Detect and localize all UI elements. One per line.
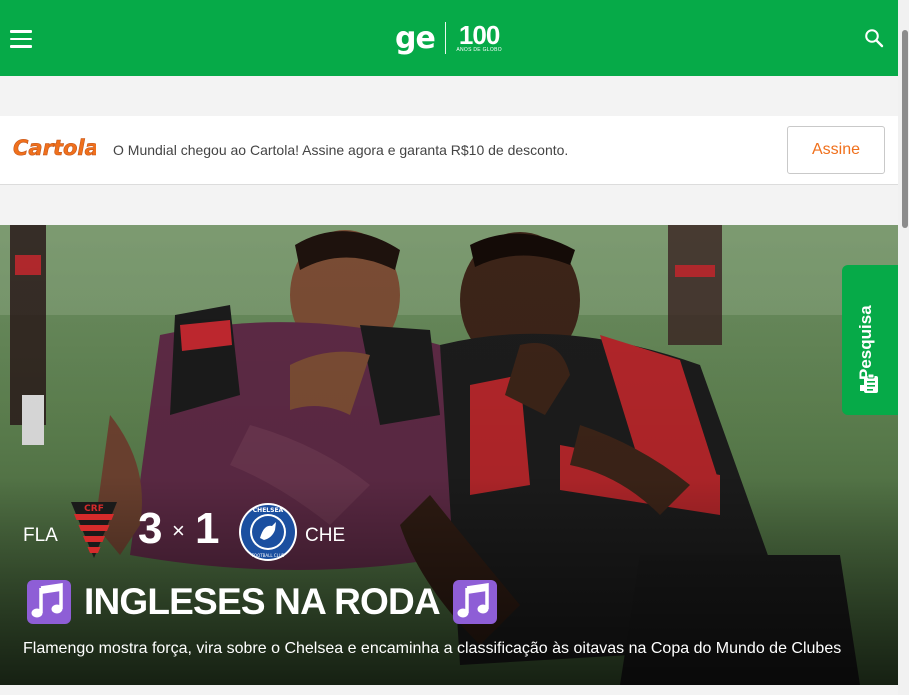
svg-text:CHELSEA: CHELSEA [253, 507, 284, 514]
away-score: 1 [195, 504, 220, 553]
svg-text:FOOTBALL CLUB: FOOTBALL CLUB [252, 553, 285, 558]
anniversary-badge: 100 ANOS DE GLOBO [456, 19, 502, 54]
hamburger-menu-icon[interactable] [10, 30, 32, 48]
story-summary[interactable]: Flamengo mostra força, vira sobre o Chel… [23, 640, 841, 658]
cartola-logo[interactable]: Cartola [12, 135, 96, 163]
music-note-icon [27, 580, 71, 624]
home-team-abbreviation: FLA [23, 525, 58, 546]
score-separator: × [172, 518, 185, 543]
ge-logo[interactable]: ge 100 ANOS DE GLOBO [395, 18, 502, 58]
survey-clipboard-icon [860, 373, 878, 393]
chelsea-crest-icon: CHELSEA FOOTBALL CLUB [239, 503, 297, 561]
svg-text:CRF: CRF [84, 504, 104, 514]
away-team-abbreviation: CHE [305, 525, 346, 546]
story-headline[interactable]: INGLESES NA RODA [26, 579, 498, 625]
music-note-icon [452, 580, 497, 624]
anniversary-number: 100 [458, 19, 500, 50]
logo-ge-text: ge [395, 20, 436, 56]
logo-divider [444, 22, 447, 54]
top-navigation-bar: ge 100 ANOS DE GLOBO [0, 0, 898, 76]
anniversary-caption: ANOS DE GLOBO [456, 46, 502, 53]
subscribe-button[interactable]: Assine [787, 126, 885, 174]
survey-label[interactable]: Pesquisa [856, 305, 876, 380]
search-icon[interactable] [864, 28, 884, 48]
home-score: 3 [138, 504, 163, 553]
scrollbar-thumb[interactable] [902, 30, 908, 228]
cartola-logo-text: Cartola [13, 136, 96, 160]
promo-message: O Mundial chegou ao Cartola! Assine agor… [113, 142, 569, 158]
headline-title[interactable]: INGLESES NA RODA [84, 581, 441, 623]
flamengo-crest-icon: CRF [71, 502, 117, 558]
